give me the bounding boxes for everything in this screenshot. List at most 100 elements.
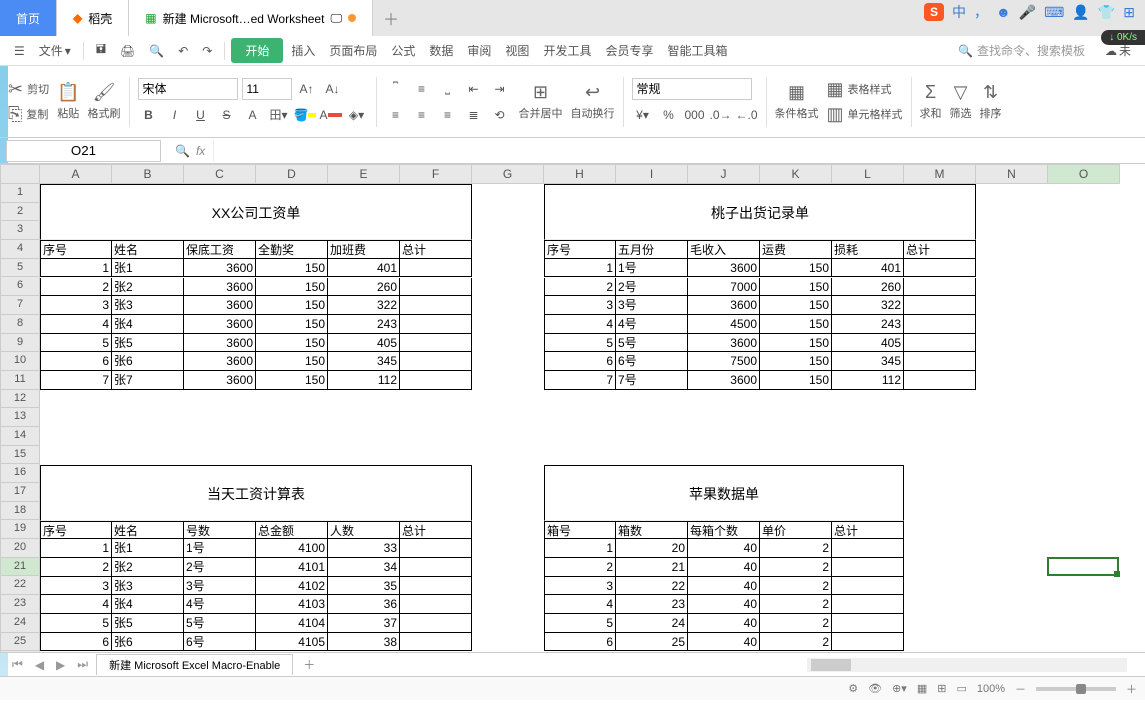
spreadsheet-grid[interactable]: ABCDEFGHIJKLMNO 123456789101112131415161… [0,164,1145,652]
cell-L6[interactable]: 260 [832,278,904,297]
cell-M10[interactable] [904,352,976,371]
horizontal-scrollbar[interactable] [807,658,1127,672]
select-all-corner[interactable] [0,164,40,184]
merged-title[interactable]: 当天工资计算表 [40,465,472,521]
increase-font-icon[interactable]: A↑ [296,78,318,100]
cell-M4[interactable]: 总计 [904,240,976,259]
cell-B8[interactable]: 张4 [112,315,184,334]
cell-M8[interactable] [904,315,976,334]
cell-B22[interactable]: 张3 [112,577,184,596]
sheet-nav-last[interactable]: ⏭ [73,657,92,672]
cell-M11[interactable] [904,371,976,390]
cell-H24[interactable]: 5 [544,614,616,633]
row-header-23[interactable]: 23 [0,595,40,614]
menu-start[interactable]: 开始 [231,38,283,63]
formula-input[interactable] [213,140,1145,162]
col-header-O[interactable]: O [1048,164,1120,184]
cell-E24[interactable]: 37 [328,614,400,633]
preview-icon[interactable]: 🔍 [143,40,170,62]
cell-H20[interactable]: 1 [544,539,616,558]
indent-dec-icon[interactable]: ⇤ [463,78,485,100]
cell-H6[interactable]: 2 [544,278,616,297]
col-header-E[interactable]: E [328,164,400,184]
cell-L22[interactable] [832,577,904,596]
strike-button[interactable]: S [216,104,238,126]
cell-D8[interactable]: 150 [256,315,328,334]
cell-E20[interactable]: 33 [328,539,400,558]
ime-badge[interactable]: S [924,3,944,21]
cell-F22[interactable] [400,577,472,596]
cell-C21[interactable]: 2号 [184,558,256,577]
indent-inc-icon[interactable]: ⇥ [489,78,511,100]
cell-L20[interactable] [832,539,904,558]
cell-D21[interactable]: 4101 [256,558,328,577]
dec-decimal-icon[interactable]: ←.0 [736,104,758,126]
cell-E21[interactable]: 34 [328,558,400,577]
cell-D19[interactable]: 总金额 [256,521,328,540]
cell-K6[interactable]: 150 [760,278,832,297]
currency-icon[interactable]: ¥▾ [632,104,654,126]
cell-I9[interactable]: 5号 [616,334,688,353]
paste-icon[interactable]: 📋 [57,82,79,103]
cell-D11[interactable]: 150 [256,371,328,390]
ime-lang[interactable]: 中 [952,2,966,22]
row-header-3[interactable]: 3 [0,221,40,240]
col-header-C[interactable]: C [184,164,256,184]
row-header-24[interactable]: 24 [0,614,40,633]
cell-J19[interactable]: 每箱个数 [688,521,760,540]
row-header-16[interactable]: 16 [0,464,40,483]
menu-data[interactable]: 数据 [423,38,459,63]
cell-C19[interactable]: 号数 [184,521,256,540]
cell-J6[interactable]: 7000 [688,278,760,297]
cell-K10[interactable]: 150 [760,352,832,371]
cell-I8[interactable]: 4号 [616,315,688,334]
cell-D6[interactable]: 150 [256,278,328,297]
cell-A7[interactable]: 3 [40,296,112,315]
menu-dev[interactable]: 开发工具 [537,38,597,63]
col-header-I[interactable]: I [616,164,688,184]
cell-A5[interactable]: 1 [40,259,112,278]
cell-L7[interactable]: 322 [832,296,904,315]
col-header-K[interactable]: K [760,164,832,184]
cell-C24[interactable]: 5号 [184,614,256,633]
cell-H5[interactable]: 1 [544,259,616,278]
view-normal-icon[interactable]: ▦ [917,682,927,695]
cell-F10[interactable] [400,352,472,371]
cell-F23[interactable] [400,595,472,614]
cell-F6[interactable] [400,278,472,297]
merged-title[interactable]: 苹果数据单 [544,465,904,521]
emoji-icon[interactable]: ☻ [996,4,1011,20]
cell-C25[interactable]: 6号 [184,633,256,652]
fmt-painter-label[interactable]: 格式刷 [88,105,121,121]
cell-E11[interactable]: 112 [328,371,400,390]
cell-B7[interactable]: 张3 [112,296,184,315]
cell-K22[interactable]: 2 [760,577,832,596]
cell-J10[interactable]: 7500 [688,352,760,371]
cell-I4[interactable]: 五月份 [616,240,688,259]
cell-M6[interactable] [904,278,976,297]
name-box[interactable] [6,140,161,162]
row-header-22[interactable]: 22 [0,576,40,595]
cell-B9[interactable]: 张5 [112,334,184,353]
cell-E8[interactable]: 243 [328,315,400,334]
cell-K20[interactable]: 2 [760,539,832,558]
number-format-select[interactable] [632,78,752,100]
cell-F24[interactable] [400,614,472,633]
cell-L4[interactable]: 损耗 [832,240,904,259]
cell-H7[interactable]: 3 [544,296,616,315]
cell-C23[interactable]: 4号 [184,595,256,614]
cell-C8[interactable]: 3600 [184,315,256,334]
row-header-11[interactable]: 11 [0,371,40,390]
align-bottom-icon[interactable]: ⎵ [437,78,459,100]
fx-icon[interactable]: fx [196,144,205,158]
cell-L25[interactable] [832,633,904,652]
menu-review[interactable]: 审阅 [461,38,497,63]
menu-view[interactable]: 视图 [499,38,535,63]
cell-K5[interactable]: 150 [760,259,832,278]
cell-D25[interactable]: 4105 [256,633,328,652]
cell-C20[interactable]: 1号 [184,539,256,558]
settings-icon[interactable]: ⚙ [848,682,858,695]
cell-D7[interactable]: 150 [256,296,328,315]
cell-J24[interactable]: 40 [688,614,760,633]
cell-H23[interactable]: 4 [544,595,616,614]
